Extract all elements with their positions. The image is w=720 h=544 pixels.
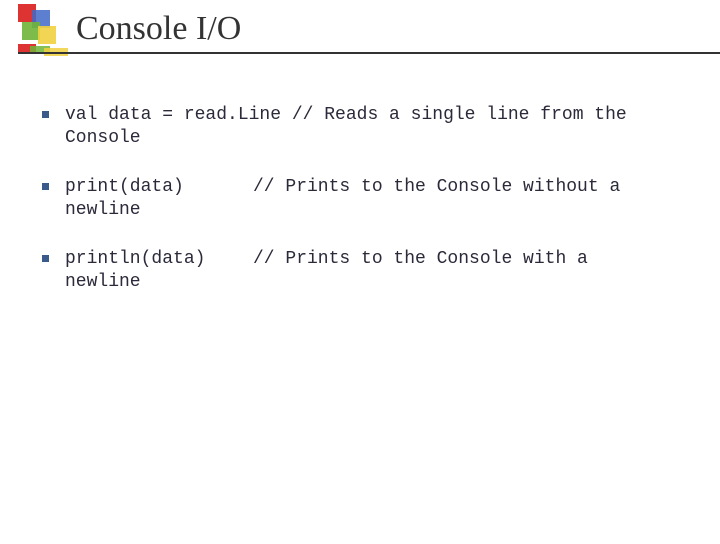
slide-header: Console I/O	[0, 4, 720, 64]
code-continuation: newline	[65, 199, 680, 222]
list-item: print(data) // Prints to the Console wit…	[42, 176, 680, 222]
bullet-icon	[42, 255, 49, 262]
code-comment: // Reads a single line from the	[292, 104, 627, 127]
bullet-icon	[42, 111, 49, 118]
code-block: print(data) // Prints to the Console wit…	[65, 176, 680, 222]
list-item: println(data) // Prints to the Console w…	[42, 248, 680, 294]
code-block: println(data) // Prints to the Console w…	[65, 248, 680, 294]
list-item: val data = read.Line // Reads a single l…	[42, 104, 680, 150]
code-text: print(data)	[65, 176, 253, 199]
title-underline	[18, 52, 720, 54]
slide-title: Console I/O	[76, 10, 241, 48]
code-continuation: Console	[65, 127, 680, 150]
code-comment: // Prints to the Console without a	[253, 176, 620, 199]
code-comment: // Prints to the Console with a	[253, 248, 588, 271]
code-continuation: newline	[65, 271, 680, 294]
logo-squares-icon	[18, 4, 60, 46]
code-block: val data = read.Line // Reads a single l…	[65, 104, 680, 150]
code-text: val data = read.Line	[65, 104, 292, 127]
slide-content: val data = read.Line // Reads a single l…	[0, 64, 720, 294]
code-text: println(data)	[65, 248, 253, 271]
bullet-icon	[42, 183, 49, 190]
